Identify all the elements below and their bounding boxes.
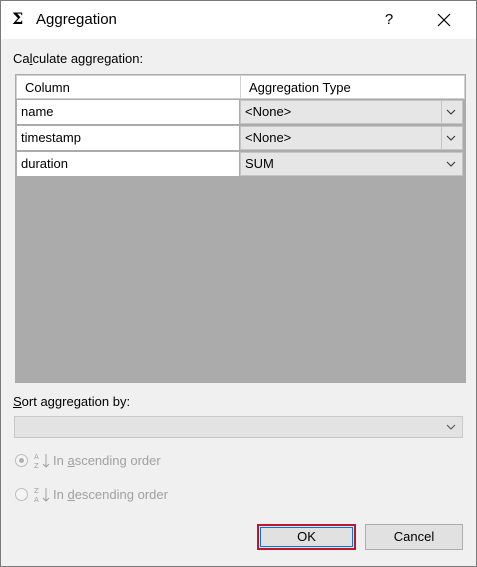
svg-text:Z: Z [34,487,39,495]
descending-label: In descending order [53,487,168,502]
aggregation-type-header[interactable]: Aggregation Type [241,76,464,98]
help-button[interactable]: ? [374,5,404,35]
aggregation-type-select[interactable]: <None> [240,100,463,124]
aggregation-type-value: <None> [245,130,292,145]
column-cell[interactable]: timestamp [17,126,239,150]
aggregation-type-value: SUM [245,156,274,171]
chevron-down-icon[interactable] [442,153,460,175]
ascending-radio[interactable] [15,454,28,467]
svg-text:A: A [34,496,39,504]
sort-descending-icon: Z A [34,487,50,504]
sort-aggregation-label: Sort aggregation by: [13,394,131,409]
chevron-down-icon[interactable] [441,101,460,123]
table-row: duration SUM [16,151,465,177]
chevron-down-icon[interactable] [441,127,460,149]
chevron-down-icon[interactable] [444,419,458,435]
sort-ascending-icon: A Z [34,453,50,470]
grid-header: Column Aggregation Type [16,75,465,99]
cancel-button[interactable]: Cancel [365,524,463,550]
table-row: name <None> [16,99,465,125]
aggregation-type-select[interactable]: SUM [240,152,463,176]
ascending-order-option[interactable]: A Z In ascending order [15,452,215,472]
svg-text:Z: Z [34,462,39,470]
sort-aggregation-select[interactable] [14,416,463,438]
column-cell[interactable]: name [17,100,239,124]
aggregation-dialog: Σ Aggregation ? Calculate aggregation: C… [0,0,477,567]
aggregation-type-value: <None> [245,104,292,119]
aggregation-grid: Column Aggregation Type name <None> time… [15,74,466,383]
column-cell[interactable]: duration [17,152,239,176]
svg-text:A: A [34,453,39,461]
table-row: timestamp <None> [16,125,465,151]
descending-radio[interactable] [15,488,28,501]
ok-button[interactable]: OK [257,524,356,550]
focus-ring [260,527,353,547]
close-button[interactable] [429,5,459,35]
ascending-label: In ascending order [53,453,161,468]
column-header[interactable]: Column [17,76,241,98]
window-title: Aggregation [36,11,117,28]
close-icon [437,13,451,27]
aggregation-type-select[interactable]: <None> [240,126,463,150]
title-bar: Σ Aggregation ? [1,1,476,39]
calculate-aggregation-label: Calculate aggregation: [13,51,144,66]
descending-order-option[interactable]: Z A In descending order [15,486,215,506]
sigma-icon: Σ [12,9,24,28]
